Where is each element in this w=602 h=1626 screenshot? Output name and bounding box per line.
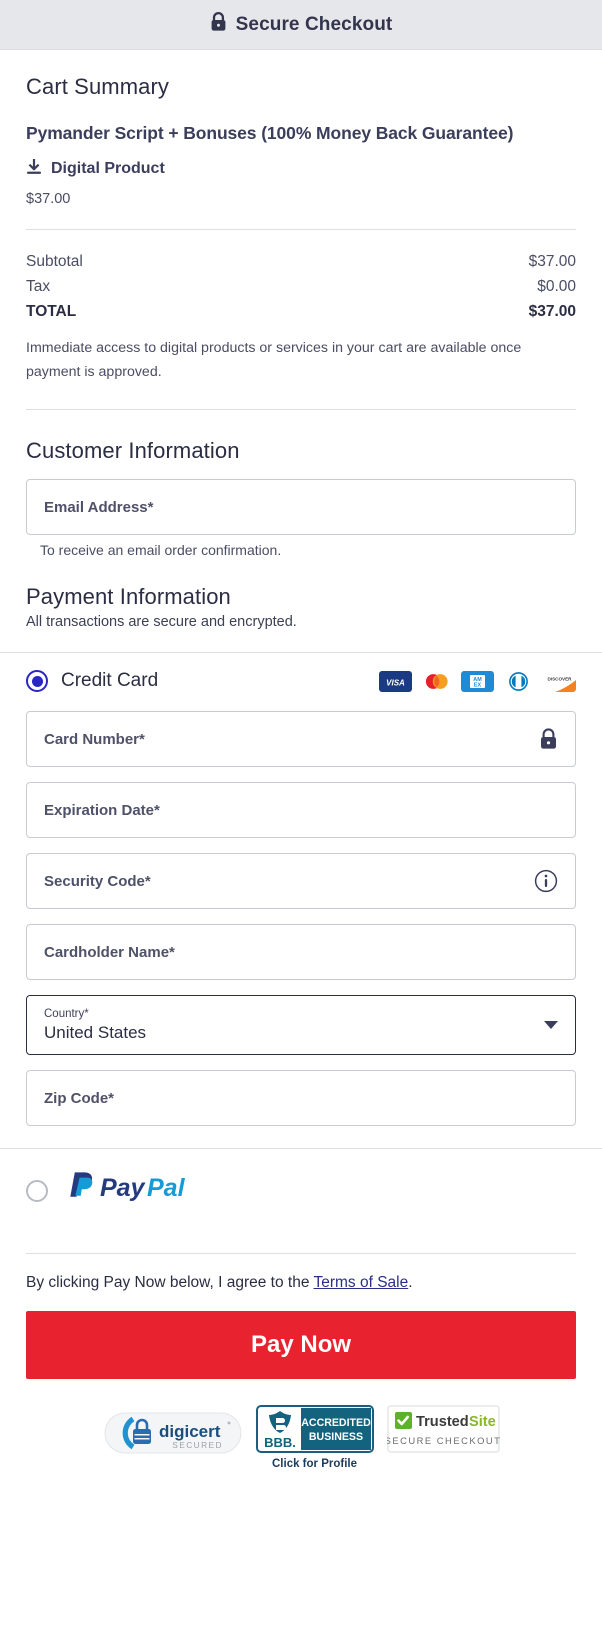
chevron-down-icon[interactable] [544, 1021, 558, 1030]
credit-card-label: Credit Card [61, 670, 159, 692]
paypal-radio[interactable] [26, 1179, 48, 1202]
mastercard-icon [420, 670, 453, 692]
lock-icon [210, 12, 227, 37]
security-code-field[interactable]: Security Code* [26, 853, 576, 910]
security-code-label: Security Code* [44, 872, 151, 890]
total-value: $37.00 [528, 302, 576, 320]
bbb-badge-caption: Click for Profile [272, 1458, 357, 1471]
payment-information-subheading: All transactions are secure and encrypte… [26, 614, 297, 631]
download-icon [26, 158, 42, 180]
svg-text:VISA: VISA [386, 678, 405, 687]
expiration-date-label: Expiration Date* [44, 801, 160, 819]
diners-club-icon [502, 670, 535, 692]
zip-code-label: Zip Code* [44, 1089, 114, 1107]
svg-text:Pal: Pal [147, 1174, 186, 1202]
zip-code-field[interactable]: Zip Code* [26, 1070, 576, 1127]
terms-of-sale-link[interactable]: Terms of Sale [313, 1274, 408, 1291]
total-label: TOTAL [26, 302, 77, 320]
svg-text:Site: Site [469, 1414, 496, 1430]
trustedsite-badge[interactable]: Trusted Site SECURE CHECKOUT [384, 1405, 500, 1458]
total-row-tax: Tax $0.00 [26, 274, 576, 299]
svg-text:BBB.: BBB. [264, 1435, 296, 1450]
svg-text:DISCOVER: DISCOVER [548, 676, 573, 681]
tax-value: $0.00 [537, 277, 576, 295]
bbb-badge[interactable]: BBB. ACCREDITED BUSINESS Click for Profi… [255, 1405, 374, 1471]
visa-icon: VISA [379, 670, 412, 692]
card-brand-logos: VISA AM EX DISCOVER [379, 670, 576, 692]
divider [26, 1253, 576, 1255]
country-select-value: United States [44, 1022, 147, 1042]
cardholder-name-field[interactable]: Cardholder Name* [26, 924, 576, 981]
secure-checkout-title: Secure Checkout [235, 13, 393, 35]
cart-summary-heading: Cart Summary [26, 74, 169, 99]
country-select-label: Country* [44, 1007, 89, 1020]
divider [26, 409, 576, 411]
amex-icon: AM EX [461, 670, 494, 692]
digicert-badge[interactable]: digicert SECURED [103, 1405, 243, 1466]
total-row-grand: TOTAL $37.00 [26, 299, 576, 324]
payment-method-credit-card[interactable]: Credit Card VISA AM EX DISCOVER [26, 653, 576, 696]
terms-suffix: . [408, 1274, 413, 1292]
svg-text:BUSINESS: BUSINESS [308, 1431, 362, 1443]
tax-label: Tax [26, 277, 51, 295]
total-row-subtotal: Subtotal $37.00 [26, 249, 576, 274]
payment-information-heading: Payment Information [26, 584, 231, 610]
expiration-date-field[interactable]: Expiration Date* [26, 782, 576, 839]
product-name: Pymander Script + Bonuses (100% Money Ba… [26, 123, 514, 143]
subtotal-label: Subtotal [26, 252, 83, 270]
lock-icon [539, 728, 558, 750]
pay-now-button[interactable]: Pay Now [26, 1311, 576, 1380]
terms-agreement: By clicking Pay Now below, I agree to th… [26, 1271, 576, 1294]
svg-text:ACCREDITED: ACCREDITED [301, 1417, 371, 1429]
product-type-label: Digital Product [51, 160, 165, 178]
totals-list: Subtotal $37.00 Tax $0.00 TOTAL $37.00 [26, 249, 576, 324]
email-field-label: Email Address* [44, 498, 154, 516]
digital-access-note: Immediate access to digital products or … [26, 340, 522, 380]
secure-checkout-header: Secure Checkout [0, 0, 602, 50]
card-number-label: Card Number* [44, 730, 145, 748]
info-icon[interactable] [534, 869, 558, 893]
trust-badges: digicert SECURED BBB. ACCREDITED BUSINES… [26, 1405, 576, 1490]
product-type: Digital Product [26, 158, 576, 180]
divider [26, 229, 576, 231]
customer-information-heading: Customer Information [26, 438, 240, 464]
svg-text:EX: EX [474, 682, 482, 688]
terms-prefix: By clicking Pay Now below, I agree to th… [26, 1274, 314, 1292]
cardholder-name-label: Cardholder Name* [44, 943, 175, 961]
svg-text:SECURE CHECKOUT: SECURE CHECKOUT [387, 1435, 500, 1446]
paypal-logo: Pay Pal [62, 1169, 210, 1212]
email-field-hint: To receive an email order confirmation. [40, 542, 282, 559]
product-price: $37.00 [26, 191, 71, 208]
discover-icon: DISCOVER [543, 670, 576, 692]
payment-method-paypal[interactable]: Pay Pal [26, 1149, 576, 1231]
svg-text:Pay: Pay [100, 1174, 146, 1202]
svg-text:SECURED: SECURED [172, 1440, 223, 1450]
email-field[interactable]: Email Address* [26, 479, 576, 536]
country-select[interactable]: Country* United States [26, 995, 576, 1056]
svg-text:digicert: digicert [159, 1422, 221, 1441]
credit-card-radio[interactable] [26, 670, 48, 693]
svg-text:Trusted: Trusted [416, 1414, 469, 1430]
card-number-field[interactable]: Card Number* [26, 711, 576, 768]
subtotal-value: $37.00 [528, 252, 576, 270]
